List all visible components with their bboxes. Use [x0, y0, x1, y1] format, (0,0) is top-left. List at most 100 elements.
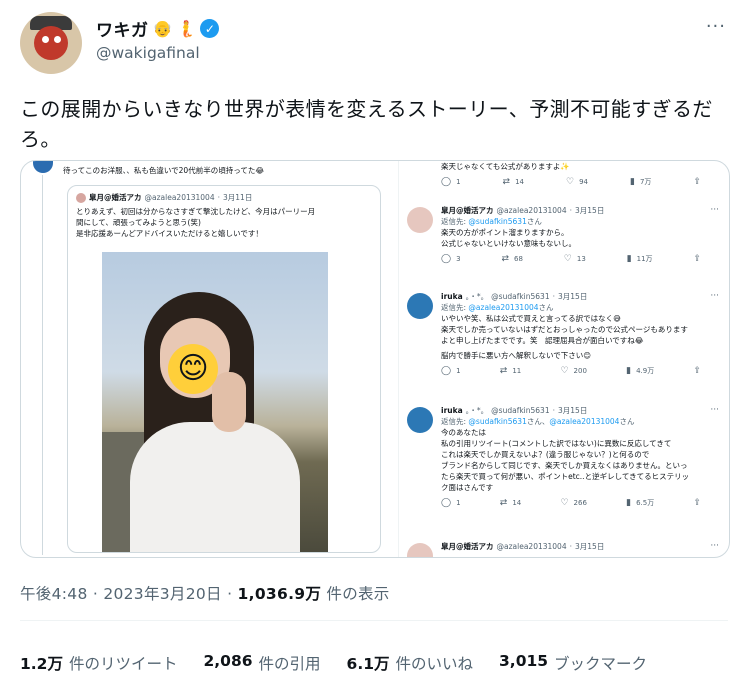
quote-handle: @azalea20131004	[144, 193, 215, 202]
tweet: ワキガ 👴 🧜 ✓ @wakigafinal ··· この展開からいきなり世界が…	[0, 0, 748, 690]
retweets-stat[interactable]: 1.2万 件のリツイート	[20, 652, 177, 674]
share-icon: ⇪	[693, 177, 701, 187]
quote-line: 是非応援あーんどアドバイスいただけると嬉しいです！	[76, 229, 263, 238]
reply-line: 脳内で勝手に悪い方へ解釈しないで下さい😊	[441, 351, 592, 360]
reply-line: ク面はさんです	[441, 483, 494, 492]
comment-icon: ◯	[441, 177, 452, 187]
tweet-meta: 午後4:48 · 2023年3月20日 · 1,036.9万 件の表示	[20, 585, 390, 603]
screenshot-right-panel: 楽天じゃなくても公式がありますよ✨ ◯ 1 ⇄ 14 ♡ 94 ▮ 7万 ⇪ ···	[401, 161, 729, 557]
reply-to: 返信先: @azalea20131004さん	[441, 303, 554, 312]
reply-line: いやいや笑、私は公式で買えと言ってる訳ではなく😅	[441, 314, 621, 323]
reply-avatar	[407, 293, 433, 319]
share-icon: ⇪	[693, 254, 701, 264]
tweet-media-image[interactable]: 待ってこのお洋服、、私も色違いで20代前半の頃持ってた😂 皐月@婚活アカ @az…	[20, 160, 730, 558]
quote-avatar	[76, 192, 86, 203]
author-name-row[interactable]: ワキガ 👴 🧜 ✓	[96, 16, 220, 41]
avatar-face	[34, 26, 68, 60]
reply-line: よと申し上げたまでです。笑 認理屈具合が面白いですね😂	[441, 336, 644, 345]
views-icon: ▮	[626, 498, 632, 508]
quote-photo: 😊	[102, 252, 328, 552]
left-top-text: 待ってこのお洋服、、私も色違いで20代前半の頃持ってた😂	[63, 166, 265, 175]
bookmarks-stat[interactable]: 3,015 ブックマーク	[499, 652, 647, 674]
views-icon: ▮	[626, 254, 632, 264]
retweet-icon: ⇄	[502, 177, 511, 187]
tweet-time[interactable]: 午後4:48	[20, 585, 88, 603]
heart-icon: ♡	[560, 366, 569, 376]
thread-line	[42, 175, 43, 555]
quote-tweet-card: 皐月@婚活アカ @azalea20131004 · 3月11日 とりあえず、初回…	[67, 185, 381, 553]
quote-separator: ·	[217, 193, 220, 202]
reply-content: iruka 。・*。 @sudafkin5631 · 3月15日 返信先: @az…	[441, 291, 723, 377]
reply-avatar	[33, 161, 53, 173]
views-icon: ▮	[626, 366, 632, 376]
reply-line: 楽天の方がポイント溜まりますから。	[441, 228, 569, 237]
view-count[interactable]: 1,036.9万	[238, 585, 322, 603]
reply-actions: ◯ 1 ⇄ 14 ♡ 94 ▮ 7万 ⇪	[441, 177, 701, 188]
reply-content: iruka 。・*。 @sudafkin5631 · 3月15日 返信先: @su…	[441, 405, 723, 509]
view-count: ▮ 7万	[630, 177, 652, 187]
quote-date: 3月11日	[223, 193, 253, 202]
comment-icon: ◯	[441, 254, 452, 264]
author-handle[interactable]: @wakigafinal	[96, 44, 200, 62]
reply-line: 私の引用リツイート(コメントした訳ではない)に異数に反応してきて	[441, 439, 672, 448]
share-icon: ⇪	[693, 366, 701, 376]
reply-count: ◯ 1	[441, 177, 461, 187]
reply-header: 皐月@婚活アカ @azalea20131004 · 3月15日	[441, 206, 605, 215]
photo-sweater	[130, 422, 300, 552]
reply-to: 返信先: @sudafkin5631さん	[441, 217, 542, 226]
tweet-text: この展開からいきなり世界が表情を変えるストーリー、予測不可能すぎるだろ。	[20, 97, 713, 151]
heart-icon: ♡	[563, 254, 572, 264]
reply-line: 公式じゃないといけない意味もないし。	[441, 239, 576, 248]
quote-name: 皐月@婚活アカ	[89, 193, 142, 202]
avatar-eye	[42, 36, 49, 43]
likes-stat[interactable]: 6.1万 件のいいね	[347, 652, 473, 674]
quote-line: 間にして、頑張ってみようと思う(笑)	[76, 218, 201, 227]
divider	[20, 620, 728, 621]
reply-header: iruka 。・*。 @sudafkin5631 · 3月15日	[441, 292, 588, 301]
author-avatar[interactable]	[20, 12, 82, 74]
screenshot-left-panel: 待ってこのお洋服、、私も色違いで20代前半の頃持ってた😂 皐月@婚活アカ @az…	[21, 161, 399, 557]
reply-avatar	[407, 407, 433, 433]
retweet-icon: ⇄	[501, 254, 509, 264]
author-emoji-2: 🧜	[176, 18, 197, 38]
views-label: 件の表示	[326, 585, 390, 603]
share-icon: ⇪	[693, 498, 701, 508]
reply-content: 皐月@婚活アカ @azalea20131004 · 3月15日	[441, 541, 723, 552]
author-emoji-1: 👴	[152, 18, 173, 38]
reply-actions: ◯ 3 ⇄ 68 ♡ 13 ▮ 11万 ⇪	[441, 254, 701, 264]
reply-line: 楽天でしか売っていないはずだとおっしゃったので公式ページもあります	[441, 325, 688, 334]
retweet-count: ⇄ 14	[502, 177, 525, 187]
reply-to: 返信先: @sudafkin5631さん、@azalea20131004さん	[441, 417, 635, 426]
reply-content: 楽天じゃなくても公式がありますよ✨ ◯ 1 ⇄ 14 ♡ 94 ▮ 7万 ⇪	[441, 161, 723, 188]
smiling-face-emoji-icon: 😊	[168, 344, 218, 394]
reply-avatar	[407, 207, 433, 233]
quotes-stat[interactable]: 2,086 件の引用	[203, 652, 320, 674]
reply-header: 皐月@婚活アカ @azalea20131004 · 3月15日	[441, 542, 605, 551]
reply-line: ブランド名からして同じです、楽天でしか買えなくはありません。といっ	[441, 461, 688, 470]
comment-icon: ◯	[441, 498, 452, 508]
views-icon: ▮	[630, 177, 635, 187]
tweet-date[interactable]: 2023年3月20日	[103, 585, 222, 603]
heart-icon: ♡	[566, 177, 575, 187]
reply-actions: ◯ 1 ⇄ 14 ♡ 266 ▮ 6.5万 ⇪	[441, 498, 701, 508]
quote-line: とりあえず、初回は分からなさすぎて撃沈したけど、今月はパーリー月	[76, 207, 316, 216]
photo-hand	[212, 372, 246, 432]
reply-header: iruka 。・*。 @sudafkin5631 · 3月15日	[441, 406, 588, 415]
reply-actions: ◯ 1 ⇄ 11 ♡ 200 ▮ 4.9万 ⇪	[441, 366, 701, 376]
reply-line: 楽天じゃなくても公式がありますよ✨	[441, 162, 570, 171]
retweet-icon: ⇄	[499, 366, 508, 376]
heart-icon: ♡	[560, 498, 569, 508]
more-options-icon[interactable]: ···	[706, 16, 726, 37]
author-display-name[interactable]: ワキガ	[96, 16, 149, 41]
quote-header: 皐月@婚活アカ @azalea20131004 · 3月11日	[76, 192, 252, 203]
reply-line: たら楽天で買って何が悪い、ポイントetc..と逆ギレしてきてるヒステリッ	[441, 472, 690, 481]
reply-content: 皐月@婚活アカ @azalea20131004 · 3月15日 返信先: @su…	[441, 205, 723, 265]
retweet-icon: ⇄	[499, 498, 508, 508]
avatar-eye	[54, 36, 61, 43]
like-count: ♡ 94	[566, 177, 589, 187]
reply-avatar	[407, 543, 433, 557]
quote-body: とりあえず、初回は分からなさすぎて撃沈したけど、今月はパーリー月 間にして、頑張…	[76, 206, 376, 239]
reply-line: 今のあなたは	[441, 428, 486, 437]
engagement-stats: 1.2万 件のリツイート 2,086 件の引用 6.1万 件のいいね 3,015 ブック…	[20, 652, 647, 674]
comment-icon: ◯	[441, 366, 452, 376]
